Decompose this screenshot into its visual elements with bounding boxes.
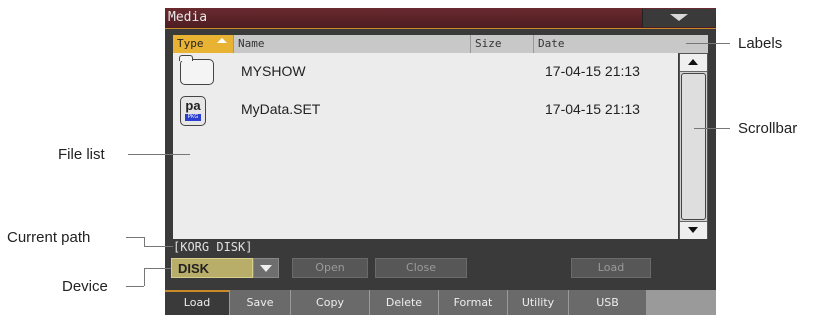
tab-delete[interactable]: Delete — [370, 290, 439, 315]
device-select[interactable]: DISK — [171, 258, 253, 278]
column-header-date[interactable]: Date — [534, 35, 708, 53]
callout-line-current-path-v — [144, 237, 145, 246]
scrollbar-thumb[interactable] — [681, 73, 706, 220]
callout-labels: Labels — [738, 35, 783, 52]
callout-file-list: File list — [58, 146, 105, 163]
scroll-down-button[interactable] — [680, 221, 707, 239]
file-name: MYSHOW — [241, 63, 306, 79]
load-button[interactable]: Load — [571, 258, 651, 278]
arrow-down-icon — [688, 227, 698, 233]
scrollbar[interactable] — [679, 53, 708, 239]
title-bar — [165, 8, 716, 29]
tab-copy[interactable]: Copy — [291, 290, 370, 315]
folder-icon — [179, 55, 214, 85]
pa-package-icon: pa PKG — [180, 96, 206, 126]
tab-load[interactable]: Load — [165, 290, 230, 315]
menu-arrow-icon — [670, 14, 688, 21]
column-header-type[interactable]: Type — [173, 35, 234, 53]
open-button[interactable]: Open — [292, 258, 368, 278]
tab-utility[interactable]: Utility — [508, 290, 569, 315]
callout-line-current-path — [126, 237, 144, 238]
file-name: MyData.SET — [241, 101, 321, 117]
callout-line-device-v — [144, 268, 145, 286]
callout-line-device-h — [144, 268, 171, 269]
device-dropdown-button[interactable] — [253, 258, 279, 278]
sort-ascending-icon — [217, 38, 227, 43]
file-date: 17-04-15 21:13 — [545, 101, 640, 117]
arrow-up-icon — [688, 59, 698, 65]
callout-line-scrollbar — [694, 128, 730, 129]
current-path: [KORG DISK] — [173, 240, 253, 254]
tab-format[interactable]: Format — [439, 290, 508, 315]
callout-device: Device — [62, 278, 108, 295]
page-menu-button[interactable] — [642, 9, 715, 27]
callout-current-path: Current path — [7, 229, 91, 246]
callout-scrollbar: Scrollbar — [738, 120, 798, 137]
tab-usb[interactable]: USB — [569, 290, 647, 315]
callout-line-device — [126, 286, 144, 287]
chevron-down-icon — [260, 265, 272, 272]
page-title: Media — [168, 10, 208, 25]
file-date: 17-04-15 21:13 — [545, 63, 640, 79]
callout-line-file-list — [128, 154, 190, 155]
callout-line-current-path-h — [144, 246, 173, 247]
tab-save[interactable]: Save — [230, 290, 291, 315]
close-button[interactable]: Close — [375, 258, 467, 278]
callout-line-labels — [686, 43, 730, 44]
column-header-name[interactable]: Name — [234, 35, 471, 53]
column-header-size[interactable]: Size — [471, 35, 534, 53]
scroll-up-button[interactable] — [680, 54, 707, 72]
